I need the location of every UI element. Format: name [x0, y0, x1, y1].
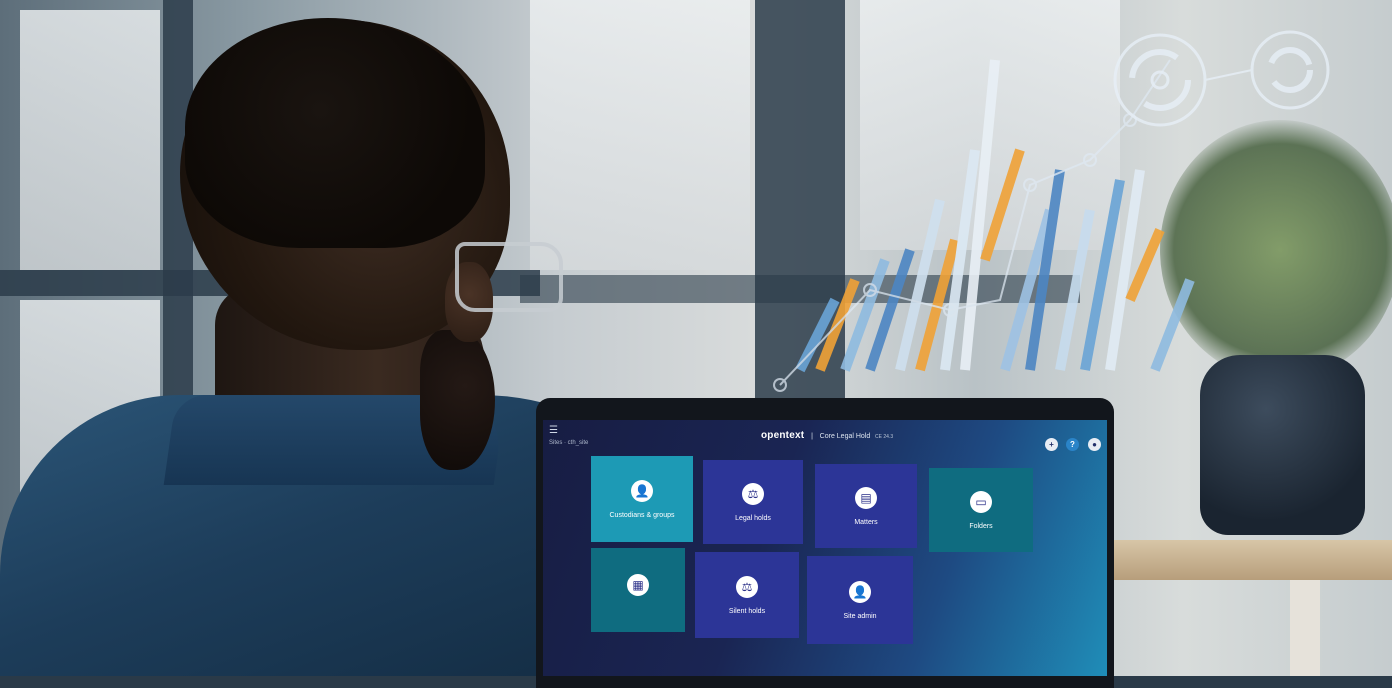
data-visualization-overlay	[773, 30, 1330, 392]
app-header: ☰ Sites · cth_site opentext | Core Legal…	[543, 420, 1107, 454]
tile-legal-holds[interactable]: ⚖ Legal holds	[703, 460, 803, 544]
tile-reports[interactable]: ▦	[591, 548, 685, 632]
tile-label: Custodians & groups	[609, 511, 675, 519]
tile-label: Matters	[854, 518, 878, 526]
window-pane	[20, 10, 160, 270]
tile-folders[interactable]: ▭ Folders	[929, 468, 1033, 552]
plus-icon: +	[1049, 440, 1054, 449]
tile-label: Silent holds	[728, 607, 766, 615]
help-button[interactable]: ?	[1066, 438, 1079, 451]
app-screen: ☰ Sites · cth_site opentext | Core Legal…	[543, 420, 1107, 676]
user-menu-button[interactable]: ●	[1088, 438, 1101, 451]
custodians-icon: 👤	[631, 479, 653, 502]
brand-separator: |	[811, 433, 813, 440]
shelf-support	[1290, 580, 1320, 676]
reports-icon: ▦	[627, 574, 649, 596]
help-icon: ?	[1070, 440, 1075, 449]
product-version: CE 24.3	[875, 434, 894, 440]
user-icon: ●	[1092, 440, 1097, 449]
tile-site-admin[interactable]: 👤 Site admin	[807, 556, 913, 644]
breadcrumb[interactable]: Sites · cth_site	[549, 440, 588, 446]
tile-label: Legal holds	[735, 514, 771, 522]
tile-silent-holds[interactable]: ⚖ Silent holds	[695, 552, 799, 638]
tile-custodians-groups[interactable]: 👤 Custodians & groups	[591, 456, 693, 542]
admin-icon: 👤	[849, 580, 871, 603]
add-button[interactable]: +	[1045, 438, 1058, 451]
shelf	[1110, 540, 1392, 580]
matters-icon: ▤	[855, 486, 877, 509]
person-beard	[420, 330, 495, 470]
person-glasses	[455, 242, 563, 312]
brand-logo: opentext	[761, 430, 805, 441]
legal-hold-icon: ⚖	[742, 482, 764, 505]
folder-icon: ▭	[970, 490, 992, 513]
hamburger-icon[interactable]: ☰	[549, 425, 558, 436]
tile-label: Site admin	[843, 612, 877, 620]
tile-matters[interactable]: ▤ Matters	[815, 464, 917, 548]
product-name: Core Legal Hold	[819, 433, 871, 440]
silent-hold-icon: ⚖	[736, 575, 758, 598]
window-pane	[530, 0, 750, 270]
product-title: opentext | Core Legal Hold CE 24.3	[761, 430, 893, 441]
viz-bars	[795, 59, 1195, 373]
viz-radial-gauges	[1113, 30, 1330, 127]
tile-label: Folders	[969, 522, 993, 530]
